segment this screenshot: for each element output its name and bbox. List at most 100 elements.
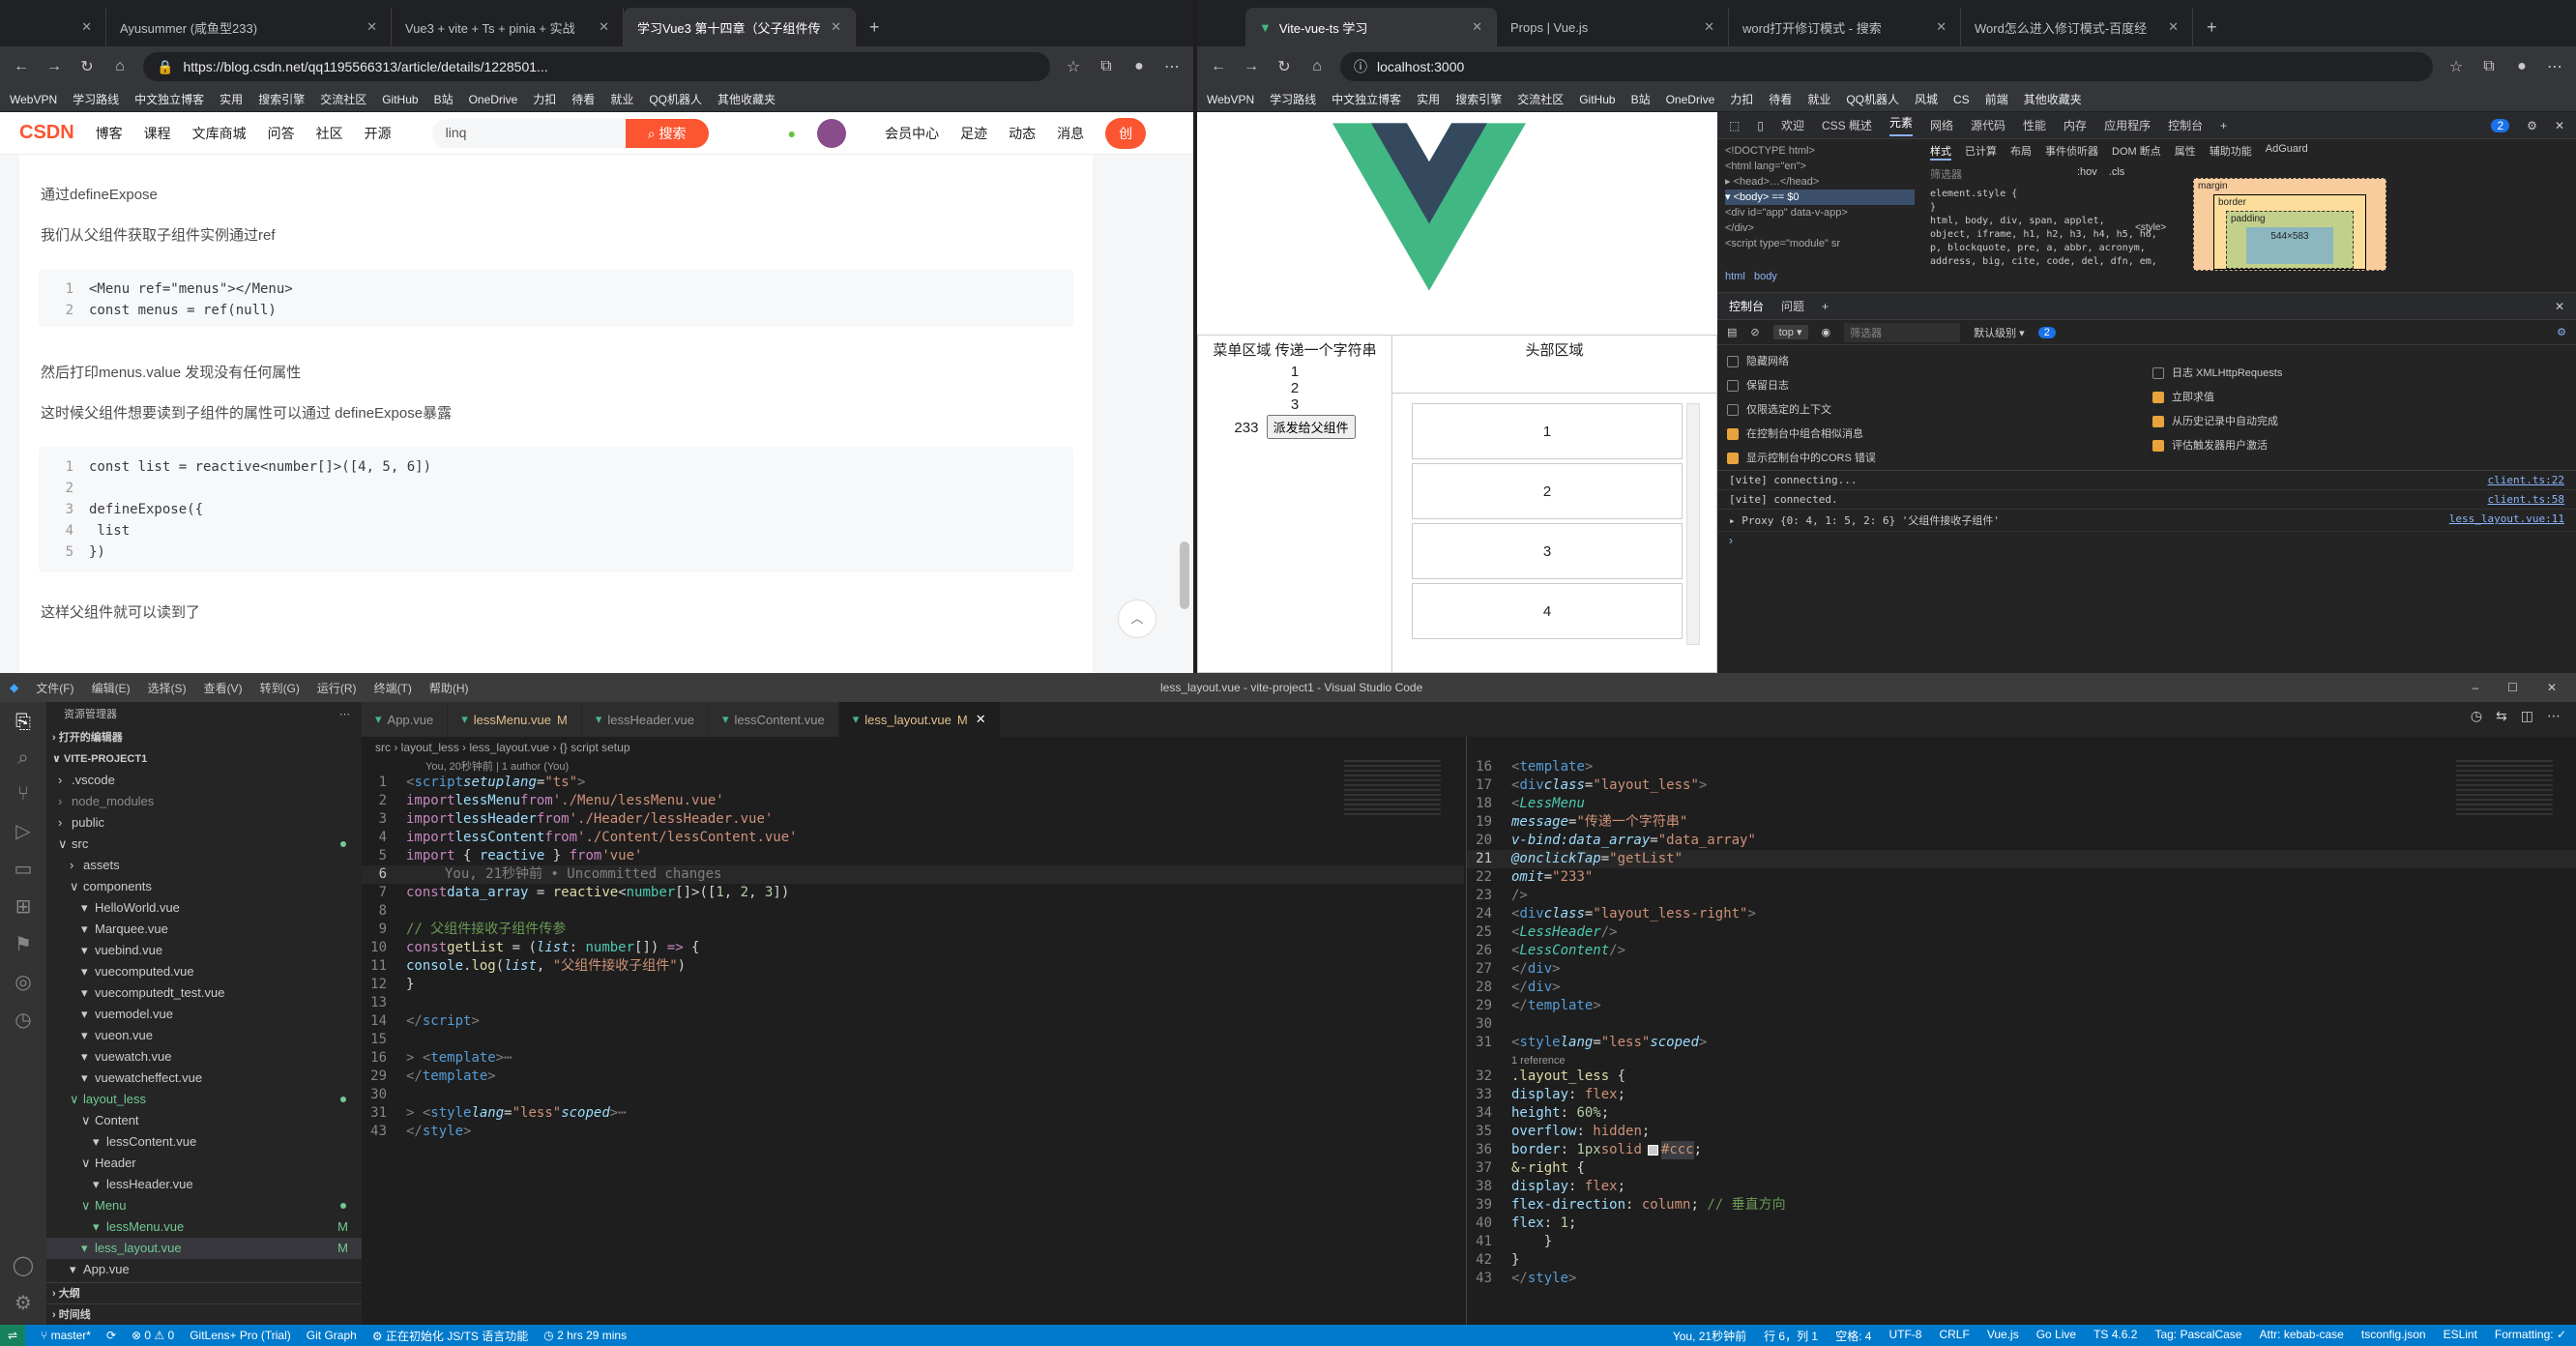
tree-item[interactable]: ∨ Header (46, 1153, 362, 1174)
editor-right[interactable]: 16 < template > 17 < div class = "layout_less"… (1466, 737, 2576, 1325)
search-icon[interactable]: ⌕ (17, 747, 28, 770)
dynamic[interactable]: 动态 (1009, 124, 1036, 143)
checkbox[interactable] (1727, 428, 1739, 441)
styles-subtab[interactable]: 属性 (2175, 143, 2196, 161)
home-icon[interactable]: ⌂ (110, 58, 130, 75)
extensions-icon[interactable]: ⧉ (1097, 58, 1116, 75)
source-control-icon[interactable]: ⑂ (17, 783, 29, 805)
tree-item[interactable]: ▾ vuebind.vue (46, 940, 362, 961)
dom-node[interactable]: ▸ <head>…</head> (1725, 174, 1915, 190)
bookmark[interactable]: QQ机器人 (649, 91, 702, 107)
bookmark[interactable]: 学习路线 (73, 91, 119, 107)
editor-left[interactable]: src › layout_less › less_layout.vue › {}… (362, 737, 1464, 1325)
source-link[interactable]: client.ts:58 (2488, 493, 2564, 506)
bookmark[interactable]: 待看 (571, 91, 595, 107)
bookmark[interactable]: WebVPN (10, 93, 57, 106)
footprint[interactable]: 足迹 (960, 124, 987, 143)
open-editors-section[interactable]: › 打开的编辑器 (46, 727, 362, 748)
styles-subtab[interactable]: 样式 (1930, 143, 1951, 161)
status-item[interactable]: You, 21秒钟前 (1673, 1328, 1746, 1344)
device-toolbar-icon[interactable]: ▯ (1757, 119, 1764, 132)
issues-badge[interactable]: 2 (2491, 118, 2510, 132)
tree-item[interactable]: ▾ vuecomputedt_test.vue (46, 982, 362, 1004)
new-tab-button[interactable]: + (856, 8, 893, 46)
more-tabs-icon[interactable]: + (2220, 119, 2227, 132)
close-drawer-icon[interactable]: ✕ (2555, 300, 2564, 313)
minimize-icon[interactable]: – (2472, 681, 2478, 694)
menu-item[interactable]: 运行(R) (317, 680, 357, 696)
menu-item[interactable]: 转到(G) (260, 680, 300, 696)
checkbox[interactable] (1727, 404, 1739, 417)
source-link[interactable]: client.ts:22 (2488, 474, 2564, 486)
minimap-right[interactable] (2456, 760, 2553, 818)
messages[interactable]: 消息 (1057, 124, 1084, 143)
devtools-tab[interactable]: CSS 概述 (1822, 117, 1872, 133)
new-tab-button[interactable]: + (2193, 8, 2231, 46)
checkbox[interactable] (2152, 416, 2164, 428)
tree-item[interactable]: ▾ vueon.vue (46, 1025, 362, 1046)
status-item[interactable]: Attr: kebab-case (2259, 1328, 2343, 1344)
devtools-settings-icon[interactable]: ⚙ (2527, 119, 2537, 132)
gitlens-icon[interactable]: ◎ (15, 970, 31, 994)
editor-tab[interactable]: ▾ App.vue (362, 702, 449, 737)
bookmark[interactable]: 实用 (220, 91, 243, 107)
bookmark[interactable]: 中文独立博客 (134, 91, 204, 107)
codelens-reference[interactable]: 1 reference (1511, 1052, 1566, 1068)
address-bar[interactable]: ⓘ localhost:3000 (1340, 52, 2433, 81)
status-item[interactable]: CRLF (1939, 1328, 1969, 1344)
star-icon[interactable]: ☆ (2446, 57, 2466, 76)
hov-toggle[interactable]: :hov (2077, 166, 2097, 182)
tree-item[interactable]: › .vscode (46, 770, 362, 791)
console-setting[interactable]: 立即求值 (2152, 389, 2214, 404)
tree-item[interactable]: ∨ src (46, 834, 362, 855)
close-icon[interactable]: ✕ (2547, 681, 2557, 694)
reload-icon[interactable]: ↻ (1274, 57, 1294, 76)
project-section[interactable]: ∨ VITE-PROJECT1 (46, 748, 362, 770)
compare-icon[interactable]: ⇆ (2496, 708, 2507, 724)
sidebar-toggle-icon[interactable]: ▤ (1727, 326, 1737, 338)
console-setting[interactable]: 评估触发器用户激活 (2152, 437, 2268, 453)
home-icon[interactable]: ⌂ (1307, 58, 1327, 75)
checkbox[interactable] (2152, 392, 2164, 404)
tab-word-search[interactable]: word打开修订模式 - 搜索 ✕ (1729, 8, 1961, 46)
status-item[interactable]: TS 4.6.2 (2093, 1328, 2137, 1344)
tab-word-baidu[interactable]: Word怎么进入修订模式-百度经 ✕ (1961, 8, 2193, 46)
devtools-close-icon[interactable]: ✕ (2555, 119, 2564, 132)
devtools-tab[interactable]: 应用程序 (2104, 117, 2151, 133)
csdn-search-button[interactable]: ⌕ 搜索 (625, 118, 709, 148)
tree-item[interactable]: ∨ layout_less (46, 1089, 362, 1110)
nav-library[interactable]: 文库商城 (192, 124, 247, 143)
menu-item[interactable]: 编辑(E) (92, 680, 131, 696)
bookmark[interactable]: 待看 (1769, 91, 1792, 107)
status-item[interactable]: tsconfig.json (2361, 1328, 2426, 1344)
status-item[interactable]: Vue.js (1987, 1328, 2019, 1344)
nav-community[interactable]: 社区 (316, 124, 343, 143)
tree-item[interactable]: ∨ Content (46, 1110, 362, 1131)
console-setting[interactable]: 从历史记录中自动完成 (2152, 413, 2278, 428)
tab-4-active[interactable]: 学习Vue3 第十四章（父子组件传 ✕ (624, 8, 856, 46)
tab-3[interactable]: Vue3 + vite + Ts + pinia + 实战 ✕ (392, 8, 624, 46)
account-icon[interactable]: ◯ (13, 1253, 34, 1277)
page-scrollbar[interactable] (1180, 541, 1189, 609)
inspect-icon[interactable]: ⬚ (1729, 119, 1740, 132)
problems-indicator[interactable]: ⊗ 0 ⚠ 0 (132, 1329, 174, 1342)
bookmark[interactable]: 其他收藏夹 (717, 91, 776, 107)
content-scrollbar[interactable] (1686, 403, 1700, 645)
maximize-icon[interactable]: ☐ (2507, 681, 2518, 694)
tree-item[interactable]: ▾ lessContent.vue (46, 1131, 362, 1153)
clear-console-icon[interactable]: ⊘ (1750, 326, 1759, 338)
history-icon[interactable]: ◷ (2471, 708, 2482, 724)
star-icon[interactable]: ☆ (1064, 57, 1083, 76)
color-swatch[interactable] (1647, 1145, 1658, 1156)
bookmark-icon[interactable]: ⚑ (15, 932, 32, 956)
styles-subtab[interactable]: AdGuard (2266, 143, 2308, 161)
bookmark[interactable]: 交流社区 (320, 91, 366, 107)
tab-console[interactable]: 控制台 (1729, 298, 1764, 314)
bookmark[interactable]: 学习路线 (1270, 91, 1316, 107)
dom-node[interactable]: </div> (1725, 220, 1915, 236)
csdn-search-input[interactable]: linq (431, 118, 626, 148)
editor-tab[interactable]: ▾ lessContent.vue (708, 702, 839, 737)
tab-2[interactable]: Ayusummer (咸鱼型233) ✕ (106, 8, 392, 46)
profile-icon[interactable]: ● (2512, 58, 2532, 75)
bookmark[interactable]: B站 (434, 91, 454, 107)
